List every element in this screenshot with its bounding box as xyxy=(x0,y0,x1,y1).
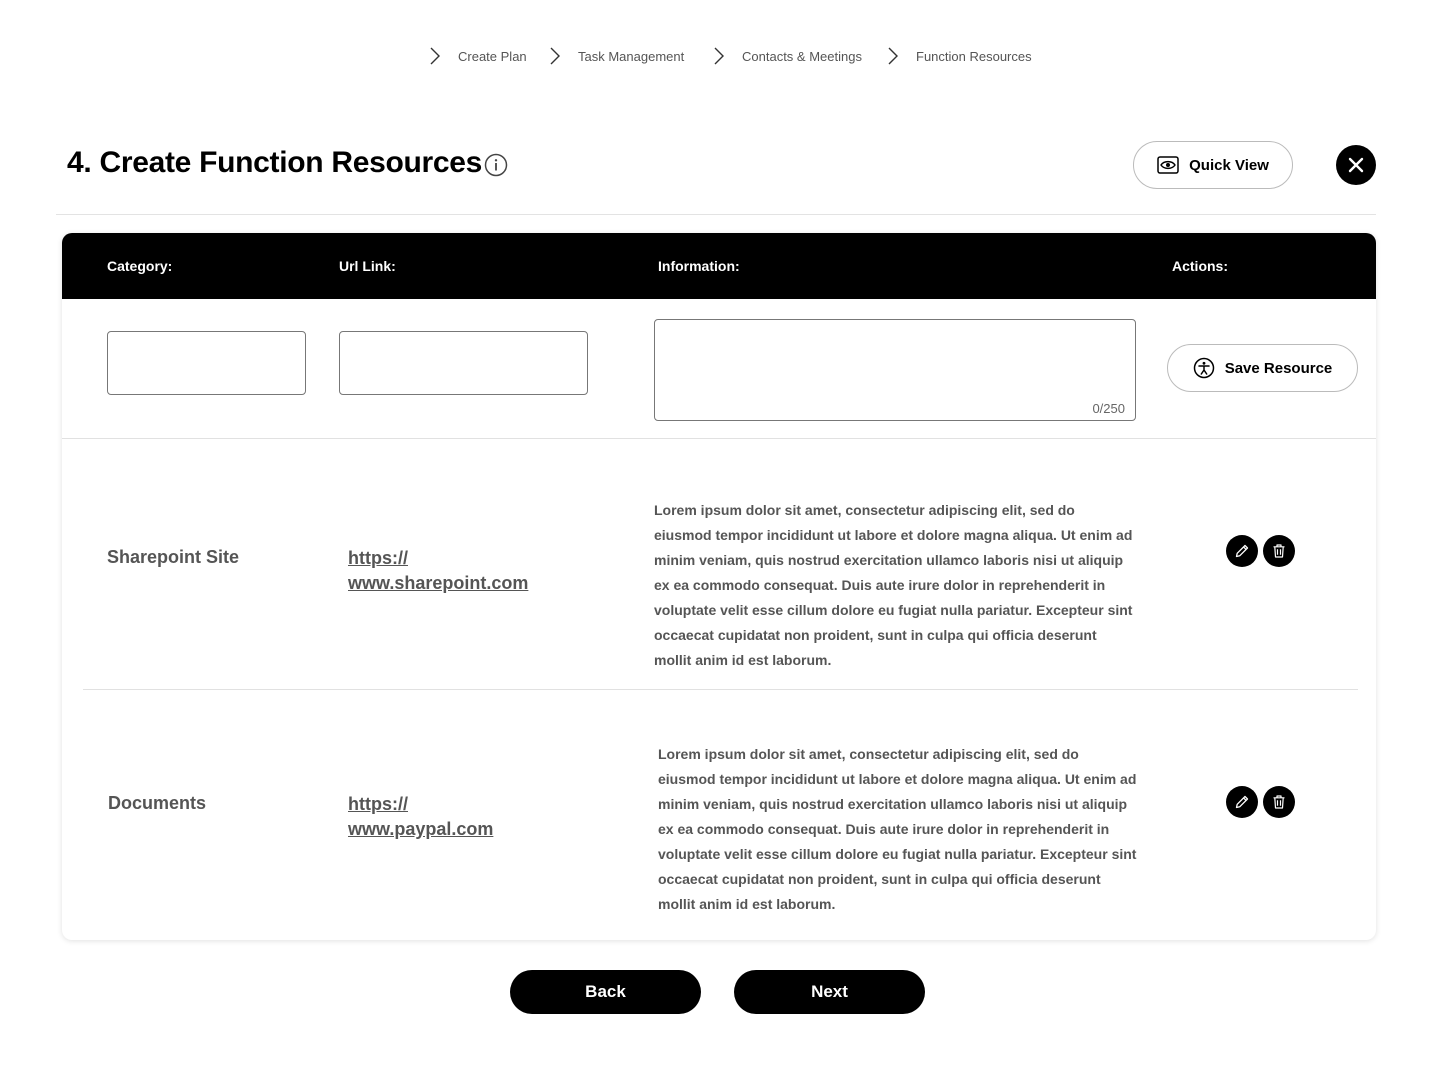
breadcrumb-item-task-management[interactable]: Task Management xyxy=(548,44,684,68)
breadcrumb-label: Create Plan xyxy=(458,48,527,64)
next-button[interactable]: Next xyxy=(734,970,925,1014)
row-divider xyxy=(83,689,1358,690)
accessibility-icon xyxy=(1193,357,1214,379)
quick-view-button[interactable]: Quick View xyxy=(1133,141,1293,189)
row-information: Lorem ipsum dolor sit amet, consectetur … xyxy=(658,746,1137,912)
breadcrumb-label: Task Management xyxy=(578,48,685,64)
column-header-url: Url Link: xyxy=(339,258,396,274)
quick-view-label: Quick View xyxy=(1189,156,1269,174)
pencil-icon xyxy=(1235,544,1249,558)
delete-button[interactable] xyxy=(1263,535,1295,567)
delete-button[interactable] xyxy=(1263,786,1295,818)
info-icon[interactable] xyxy=(484,153,508,177)
edit-button[interactable] xyxy=(1226,535,1258,567)
information-field[interactable]: 0/250 xyxy=(654,319,1136,421)
breadcrumb-label: Contacts & Meetings xyxy=(742,48,862,64)
row-divider xyxy=(62,438,1376,439)
chevron-right-icon xyxy=(430,47,440,65)
breadcrumb-label: Function Resources xyxy=(916,48,1032,64)
save-resource-button[interactable]: Save Resource xyxy=(1167,344,1358,392)
pencil-icon xyxy=(1235,795,1249,809)
character-counter: 0/250 xyxy=(1092,401,1125,416)
row-url-link[interactable]: https:// www.paypal.com xyxy=(348,792,608,842)
eye-icon xyxy=(1157,156,1179,174)
breadcrumb-item-create-plan[interactable]: Create Plan xyxy=(428,44,527,68)
resources-card: Category: Url Link: Information: Actions… xyxy=(62,233,1376,940)
url-input[interactable] xyxy=(339,331,588,395)
row-category: Sharepoint Site xyxy=(107,547,240,567)
chevron-right-icon xyxy=(550,47,560,65)
close-icon xyxy=(1348,157,1364,173)
close-button[interactable] xyxy=(1336,145,1376,185)
table-header: Category: Url Link: Information: Actions… xyxy=(62,233,1376,299)
breadcrumb: Create Plan Task Management Contacts & M… xyxy=(0,44,1440,68)
breadcrumb-item-function-resources[interactable]: Function Resources xyxy=(886,44,1032,68)
row-url-link[interactable]: https:// www.sharepoint.com xyxy=(348,546,608,596)
row-category: Documents xyxy=(108,793,207,813)
trash-icon xyxy=(1273,795,1285,809)
row-information: Lorem ipsum dolor sit amet, consectetur … xyxy=(654,502,1133,668)
edit-button[interactable] xyxy=(1226,786,1258,818)
breadcrumb-item-contacts-meetings[interactable]: Contacts & Meetings xyxy=(712,44,862,68)
page-title: 4. Create Function Resources xyxy=(67,146,483,179)
back-button[interactable]: Back xyxy=(510,970,701,1014)
chevron-right-icon xyxy=(714,47,724,65)
save-resource-label: Save Resource xyxy=(1224,359,1333,377)
header-divider xyxy=(56,214,1376,215)
chevron-right-icon xyxy=(888,47,898,65)
trash-icon xyxy=(1273,544,1285,558)
column-header-actions: Actions: xyxy=(1172,258,1228,274)
category-input[interactable] xyxy=(107,331,306,395)
column-header-information: Information: xyxy=(658,258,740,274)
column-header-category: Category: xyxy=(107,258,173,274)
